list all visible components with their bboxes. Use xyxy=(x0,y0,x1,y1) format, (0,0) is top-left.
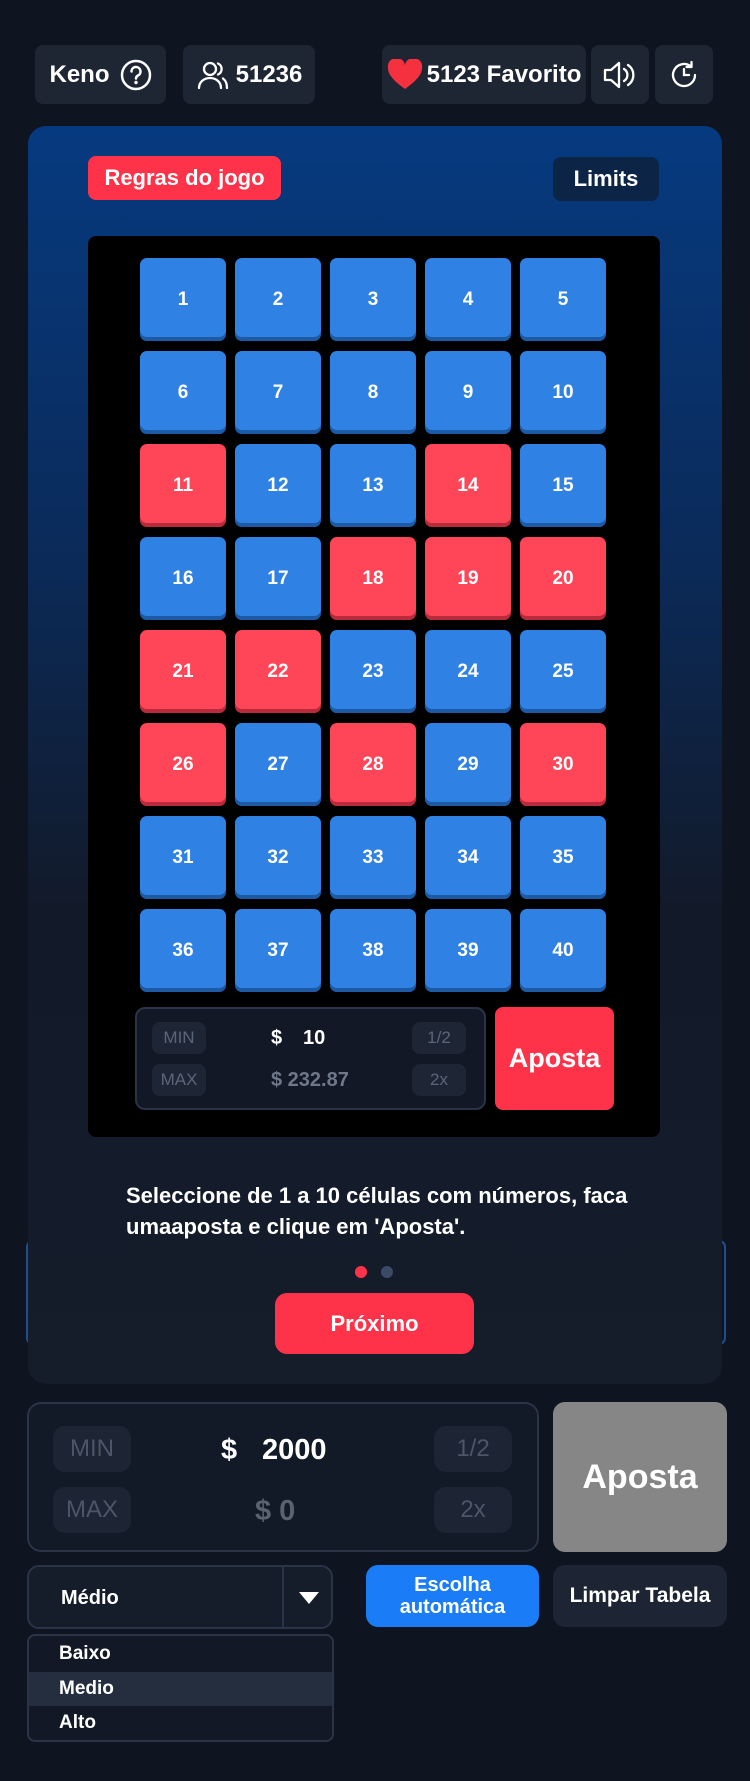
number-cell[interactable]: 28 xyxy=(330,723,416,806)
half-bet-button[interactable]: 1/2 xyxy=(434,1426,512,1472)
number-grid: 1 2 3 4 5 6 7 8 9 10 11 12 13 14 15 16 17 18 19 20 21 22 23 24 2… xyxy=(140,258,606,992)
clear-table-button[interactable]: Limpar Tabela xyxy=(553,1565,727,1627)
favorites-label: 5123 Favorito xyxy=(426,60,582,88)
history-button[interactable] xyxy=(655,45,713,104)
number-cell[interactable]: 10 xyxy=(520,351,606,434)
max-win-value: $ 0 xyxy=(255,1495,296,1527)
risk-option-medium[interactable]: Medio xyxy=(29,1672,332,1706)
number-cell[interactable]: 35 xyxy=(520,816,606,899)
number-cell[interactable]: 34 xyxy=(425,816,511,899)
bet-amount-input[interactable]: 2000 xyxy=(262,1434,327,1467)
tutorial-instruction: Seleccione de 1 a 10 células com números… xyxy=(126,1183,628,1239)
number-cell[interactable]: 6 xyxy=(140,351,226,434)
number-cell[interactable]: 27 xyxy=(235,723,321,806)
auto-pick-button[interactable]: Escolha automática xyxy=(366,1565,539,1627)
auto-pick-label-line2: automática xyxy=(399,1596,506,1618)
number-cell[interactable]: 23 xyxy=(330,630,416,713)
double-bet-button[interactable]: 2x xyxy=(434,1487,512,1533)
mini-currency: $ xyxy=(271,1027,283,1049)
players-counter: 51236 xyxy=(183,45,315,104)
help-icon xyxy=(120,59,152,91)
risk-dropdown-menu: Baixo Medio Alto xyxy=(27,1634,334,1742)
number-cell[interactable]: 3 xyxy=(330,258,416,341)
game-info-button[interactable]: Keno xyxy=(35,45,166,104)
number-cell[interactable]: 22 xyxy=(235,630,321,713)
number-cell[interactable]: 37 xyxy=(235,909,321,992)
number-cell[interactable]: 33 xyxy=(330,816,416,899)
players-count: 51236 xyxy=(235,60,303,88)
page-dot[interactable] xyxy=(381,1266,393,1278)
risk-select[interactable]: Médio xyxy=(27,1565,333,1629)
min-bet-button[interactable]: MIN xyxy=(53,1426,131,1472)
number-cell[interactable]: 20 xyxy=(520,537,606,620)
number-cell[interactable]: 26 xyxy=(140,723,226,806)
risk-option-high[interactable]: Alto xyxy=(29,1706,332,1740)
number-cell[interactable]: 7 xyxy=(235,351,321,434)
mini-min-button[interactable]: MIN xyxy=(152,1022,206,1054)
number-cell[interactable]: 21 xyxy=(140,630,226,713)
select-divider xyxy=(282,1567,284,1627)
mini-half-button[interactable]: 1/2 xyxy=(412,1022,466,1054)
mini-max-value: $ 232.87 xyxy=(271,1069,349,1091)
history-icon xyxy=(668,59,700,91)
speaker-icon xyxy=(602,59,638,91)
number-cell[interactable]: 32 xyxy=(235,816,321,899)
number-cell[interactable]: 16 xyxy=(140,537,226,620)
limits-button[interactable]: Limits xyxy=(553,157,659,201)
number-cell[interactable]: 31 xyxy=(140,816,226,899)
number-cell[interactable]: 1 xyxy=(140,258,226,341)
number-cell[interactable]: 9 xyxy=(425,351,511,434)
number-cell[interactable]: 25 xyxy=(520,630,606,713)
next-button[interactable]: Próximo xyxy=(275,1293,474,1354)
favorite-button[interactable]: 5123 Favorito xyxy=(382,45,586,104)
chevron-down-icon[interactable] xyxy=(299,1592,319,1604)
number-cell[interactable]: 13 xyxy=(330,444,416,527)
sound-toggle-button[interactable] xyxy=(591,45,649,104)
number-cell[interactable]: 15 xyxy=(520,444,606,527)
mini-amount[interactable]: 10 xyxy=(303,1027,325,1050)
number-cell[interactable]: 4 xyxy=(425,258,511,341)
mini-bet-button[interactable]: Aposta xyxy=(495,1007,614,1110)
bet-amount-panel: MIN MAX $ 2000 $ 0 1/2 2x xyxy=(27,1402,539,1552)
bet-currency: $ xyxy=(221,1434,238,1466)
number-cell[interactable]: 2 xyxy=(235,258,321,341)
mini-max-button[interactable]: MAX xyxy=(152,1064,206,1096)
game-name: Keno xyxy=(49,60,110,88)
number-cell[interactable]: 30 xyxy=(520,723,606,806)
number-cell[interactable]: 40 xyxy=(520,909,606,992)
number-cell[interactable]: 17 xyxy=(235,537,321,620)
number-cell[interactable]: 8 xyxy=(330,351,416,434)
number-cell[interactable]: 36 xyxy=(140,909,226,992)
users-icon xyxy=(196,60,230,90)
mini-double-button[interactable]: 2x xyxy=(412,1064,466,1096)
mini-bet-panel: MIN MAX $ 10 $ 232.87 1/2 2x xyxy=(135,1007,486,1110)
number-cell[interactable]: 38 xyxy=(330,909,416,992)
number-cell[interactable]: 19 xyxy=(425,537,511,620)
risk-option-low[interactable]: Baixo xyxy=(29,1637,332,1671)
heart-icon xyxy=(387,58,423,91)
number-cell[interactable]: 18 xyxy=(330,537,416,620)
number-cell[interactable]: 39 xyxy=(425,909,511,992)
risk-selected-value: Médio xyxy=(61,1587,119,1609)
number-cell[interactable]: 5 xyxy=(520,258,606,341)
number-cell[interactable]: 11 xyxy=(140,444,226,527)
bet-button[interactable]: Aposta xyxy=(553,1402,727,1552)
number-cell[interactable]: 14 xyxy=(425,444,511,527)
keno-board-preview: 1 2 3 4 5 6 7 8 9 10 11 12 13 14 15 16 17 18 19 20 21 22 23 24 2… xyxy=(88,236,660,1137)
number-cell[interactable]: 24 xyxy=(425,630,511,713)
game-rules-button[interactable]: Regras do jogo xyxy=(88,156,281,200)
max-bet-button[interactable]: MAX xyxy=(53,1487,131,1533)
number-cell[interactable]: 29 xyxy=(425,723,511,806)
auto-pick-label-line1: Escolha xyxy=(414,1574,491,1596)
page-dot-active[interactable] xyxy=(355,1266,367,1278)
number-cell[interactable]: 12 xyxy=(235,444,321,527)
